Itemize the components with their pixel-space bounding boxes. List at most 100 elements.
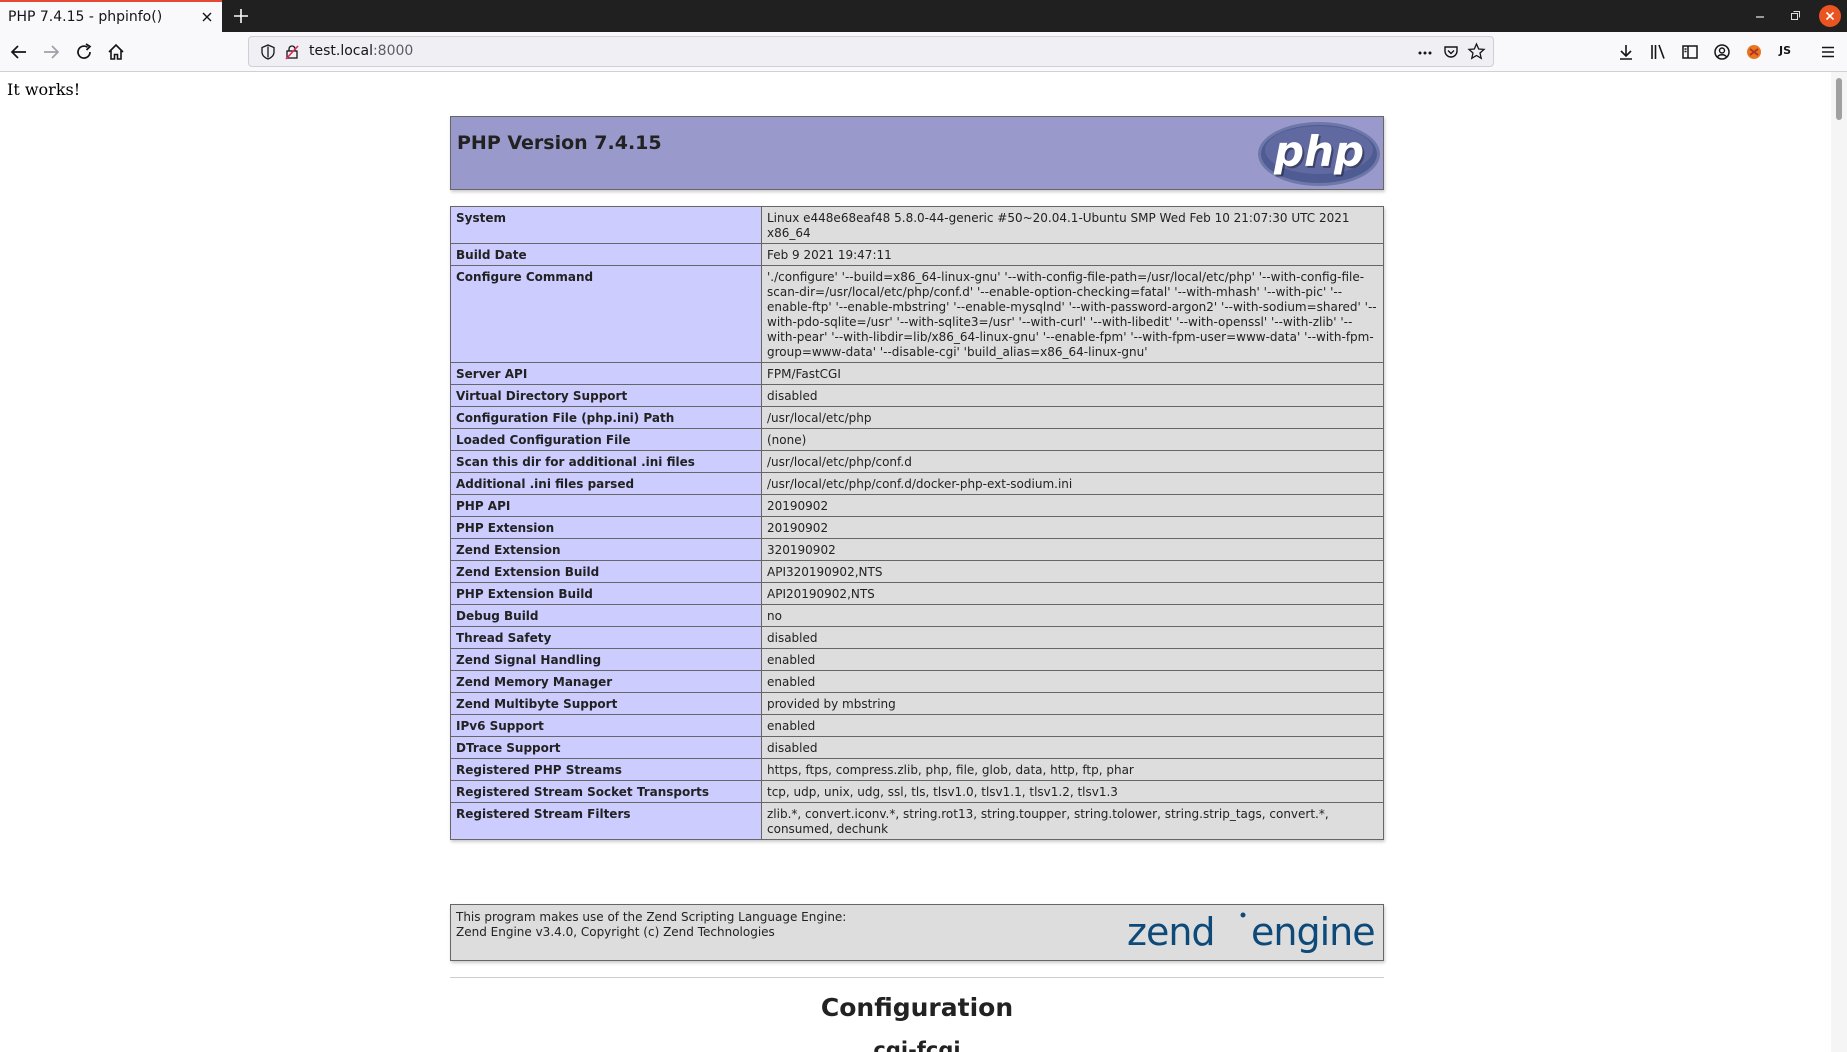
- php-logo-icon[interactable]: php php: [1257, 121, 1381, 187]
- row-value: /usr/local/etc/php/conf.d/docker-php-ext…: [761, 472, 1384, 495]
- row-label: Additional .ini files parsed: [450, 472, 762, 495]
- row-value: API320190902,NTS: [761, 560, 1384, 583]
- row-value: './configure' '--build=x86_64-linux-gnu'…: [761, 265, 1384, 363]
- window-close-button[interactable]: [1819, 5, 1841, 27]
- row-label: Registered Stream Socket Transports: [450, 780, 762, 803]
- row-label: PHP Extension: [450, 516, 762, 539]
- library-icon[interactable]: [1646, 40, 1670, 64]
- table-row: Zend Multibyte Support provided by mbstri…: [450, 692, 1384, 715]
- table-row: Virtual Directory Support disabled: [450, 384, 1384, 407]
- row-value: Feb 9 2021 19:47:11: [761, 243, 1384, 266]
- subsection-heading-cgi-fcgi: cgi-fcgi: [873, 1038, 961, 1052]
- row-label: PHP Extension Build: [450, 582, 762, 605]
- table-row: Zend Memory Manager enabled: [450, 670, 1384, 693]
- page-title: PHP Version 7.4.15: [457, 132, 662, 154]
- row-label: DTrace Support: [450, 736, 762, 759]
- zend-notice-line-2: Zend Engine v3.4.0, Copyright (c) Zend T…: [456, 925, 775, 939]
- row-label: Build Date: [450, 243, 762, 266]
- row-label: Zend Extension Build: [450, 560, 762, 583]
- table-row: PHP Extension Build API20190902,NTS: [450, 582, 1384, 605]
- table-row: Configure Command './configure' '--build=…: [450, 265, 1384, 363]
- url-port: :8000: [372, 43, 414, 59]
- table-row: PHP API 20190902: [450, 494, 1384, 517]
- row-label: Zend Memory Manager: [450, 670, 762, 693]
- row-label: Virtual Directory Support: [450, 384, 762, 407]
- home-icon[interactable]: [104, 40, 128, 64]
- table-row: IPv6 Support enabled: [450, 714, 1384, 737]
- section-divider: [450, 977, 1384, 978]
- row-label: System: [450, 206, 762, 244]
- bookmark-star-icon[interactable]: [1467, 42, 1486, 61]
- url-text: test.local:8000: [309, 43, 413, 59]
- row-value: no: [761, 604, 1384, 627]
- account-icon[interactable]: [1710, 40, 1734, 64]
- new-tab-icon[interactable]: [230, 5, 252, 27]
- pocket-icon[interactable]: [1442, 43, 1460, 61]
- row-value: enabled: [761, 648, 1384, 671]
- table-row: DTrace Support disabled: [450, 736, 1384, 759]
- row-label: Loaded Configuration File: [450, 428, 762, 451]
- row-value: enabled: [761, 670, 1384, 693]
- table-row: Zend Extension 320190902: [450, 538, 1384, 561]
- zend-notice-line-1: This program makes use of the Zend Scrip…: [456, 910, 847, 924]
- row-label: Configure Command: [450, 265, 762, 363]
- insecure-icon[interactable]: [283, 43, 301, 61]
- zend-engine-box: This program makes use of the Zend Scrip…: [450, 904, 1384, 961]
- back-icon[interactable]: [7, 40, 31, 64]
- svg-text:php: php: [1273, 127, 1364, 176]
- minimize-icon[interactable]: [1749, 5, 1771, 27]
- row-value: FPM/FastCGI: [761, 362, 1384, 385]
- row-value: 320190902: [761, 538, 1384, 561]
- table-row: Debug Build no: [450, 604, 1384, 627]
- table-row: Registered Stream Socket Transports tcp, …: [450, 780, 1384, 803]
- row-label: PHP API: [450, 494, 762, 517]
- row-label: Zend Signal Handling: [450, 648, 762, 671]
- row-value: https, ftps, compress.zlib, php, file, g…: [761, 758, 1384, 781]
- js-extension-badge[interactable]: JS: [1779, 44, 1791, 57]
- reload-icon[interactable]: [72, 40, 96, 64]
- sidebar-icon[interactable]: [1678, 40, 1702, 64]
- table-row: Loaded Configuration File (none): [450, 428, 1384, 451]
- scrollbar-thumb[interactable]: [1836, 78, 1842, 120]
- url-host: test.local: [309, 43, 373, 59]
- navigation-toolbar: test.local:8000 JS: [0, 32, 1847, 72]
- table-row: Server API FPM/FastCGI: [450, 362, 1384, 385]
- shield-icon[interactable]: [259, 43, 277, 61]
- url-bar[interactable]: test.local:8000: [248, 36, 1494, 67]
- active-tab[interactable]: PHP 7.4.15 - phpinfo(): [0, 0, 222, 32]
- forward-icon[interactable]: [39, 40, 63, 64]
- row-value: Linux e448e68eaf48 5.8.0-44-generic #50~…: [761, 206, 1384, 244]
- php-info-table: System Linux e448e68eaf48 5.8.0-44-generi…: [450, 206, 1384, 840]
- row-value: (none): [761, 428, 1384, 451]
- row-value: enabled: [761, 714, 1384, 737]
- page-content: It works! PHP Version 7.4.15 php php Sys…: [0, 72, 1831, 1052]
- zend-engine-logo-icon[interactable]: zend engine: [1127, 907, 1379, 957]
- extension-icon[interactable]: [1742, 40, 1766, 64]
- vertical-scrollbar[interactable]: [1831, 72, 1847, 1052]
- table-row: Configuration File (php.ini) Path/usr/lo…: [450, 406, 1384, 429]
- table-row: PHP Extension 20190902: [450, 516, 1384, 539]
- tab-title: PHP 7.4.15 - phpinfo(): [8, 9, 163, 25]
- row-value: disabled: [761, 384, 1384, 407]
- intro-text: It works!: [7, 80, 81, 99]
- tab-bar: PHP 7.4.15 - phpinfo(): [0, 0, 1847, 32]
- tab-close-icon[interactable]: [198, 8, 216, 26]
- row-value: 20190902: [761, 494, 1384, 517]
- menu-icon[interactable]: [1816, 40, 1840, 64]
- row-value: provided by mbstring: [761, 692, 1384, 715]
- maximize-icon[interactable]: [1784, 5, 1806, 27]
- table-row: Zend Signal Handling enabled: [450, 648, 1384, 671]
- row-label: Zend Extension: [450, 538, 762, 561]
- row-value: disabled: [761, 626, 1384, 649]
- table-row: Additional .ini files parsed/usr/local/e…: [450, 472, 1384, 495]
- table-row: Registered PHP Streams https, ftps, compr…: [450, 758, 1384, 781]
- page-actions-icon[interactable]: [1416, 44, 1434, 62]
- table-row: Scan this dir for additional .ini files /…: [450, 450, 1384, 473]
- downloads-icon[interactable]: [1614, 40, 1638, 64]
- php-version-header: PHP Version 7.4.15 php php: [450, 116, 1384, 190]
- svg-text:zend: zend: [1127, 910, 1215, 954]
- row-value: /usr/local/etc/php: [761, 406, 1384, 429]
- table-row: Build Date Feb 9 2021 19:47:11: [450, 243, 1384, 266]
- row-label: Scan this dir for additional .ini files: [450, 450, 762, 473]
- row-label: Registered Stream Filters: [450, 802, 762, 840]
